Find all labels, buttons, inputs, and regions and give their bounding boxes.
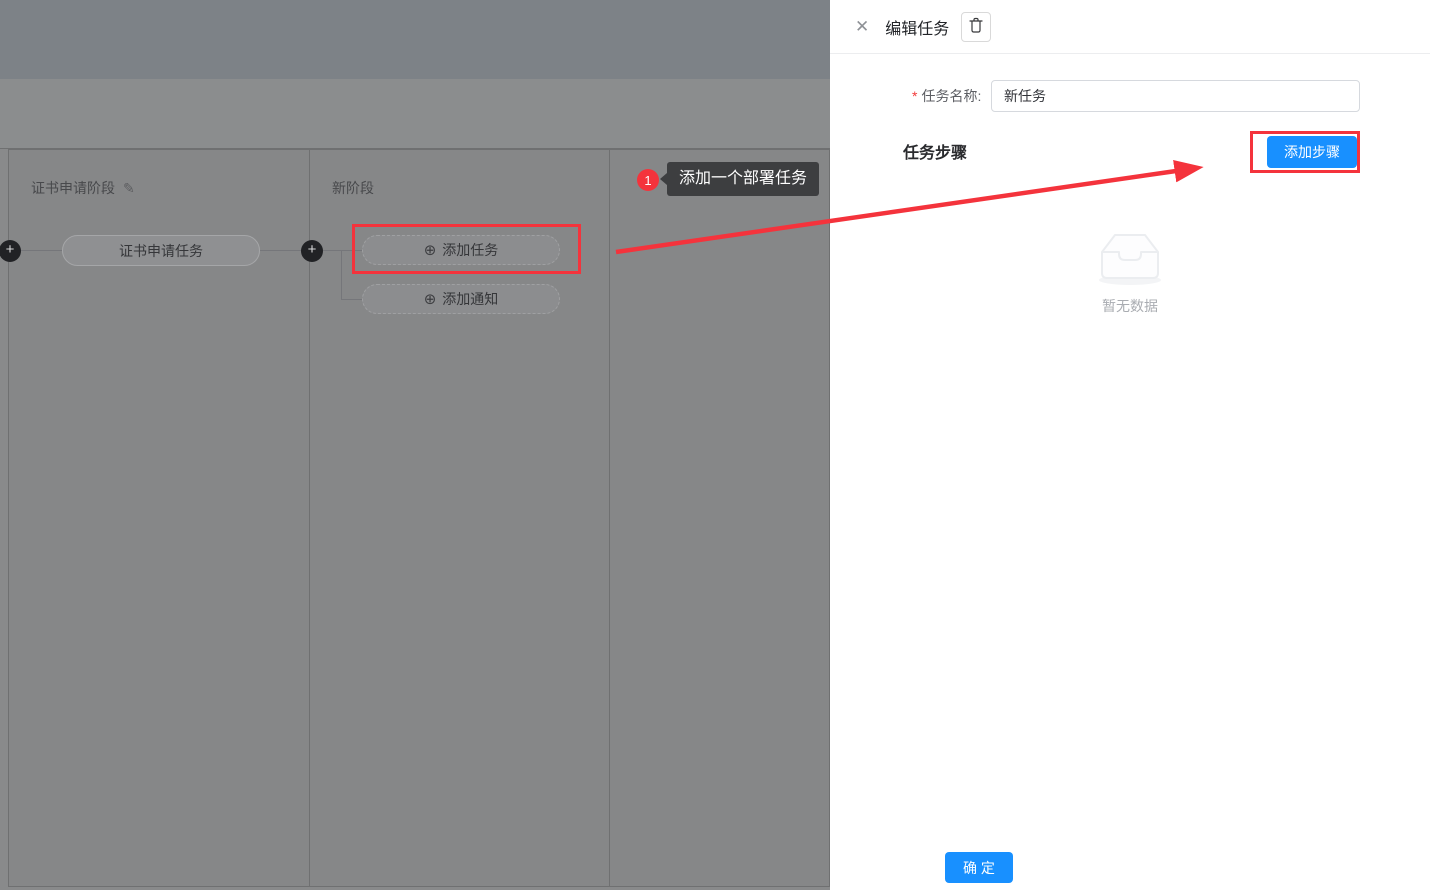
circle-plus-icon: ⊕	[424, 243, 437, 258]
add-notice-label: 添加通知	[442, 289, 498, 309]
drawer-title: 编辑任务	[885, 15, 949, 39]
task-name-input[interactable]	[991, 80, 1360, 112]
required-mark: *	[912, 88, 917, 104]
tour-step-badge: 1	[637, 169, 659, 191]
pipeline-canvas: 证书申请阶段 ✎ 新阶段 + 证书申请任务 + ⊕ 添加任务 ⊕ 添加通知	[0, 148, 830, 890]
trash-icon	[969, 17, 983, 36]
stage-header: 证书申请阶段 ✎	[31, 178, 135, 198]
stage-header: 新阶段	[332, 178, 374, 198]
empty-box-icon	[1088, 276, 1172, 293]
circle-plus-icon: ⊕	[424, 292, 437, 307]
delete-task-button[interactable]	[961, 12, 991, 42]
task-name-label: *任务名称:	[912, 80, 981, 112]
connector-line	[341, 251, 342, 299]
stage-name: 新阶段	[332, 178, 374, 198]
app-toolbar-dimmed	[0, 79, 830, 148]
add-task-label: 添加任务	[442, 240, 498, 260]
stage-column-empty	[609, 149, 830, 887]
task-steps-heading: 任务步骤	[903, 139, 967, 163]
drawer-header: ✕ 编辑任务	[830, 0, 1430, 54]
task-node-cert-apply[interactable]: 证书申请任务	[62, 235, 260, 266]
tour-tooltip: 添加一个部署任务	[667, 162, 819, 196]
empty-text: 暂无数据	[830, 296, 1430, 316]
add-stage-between-button[interactable]: +	[301, 240, 323, 262]
pipeline-editor-dimmed: 证书申请阶段 ✎ 新阶段 + 证书申请任务 + ⊕ 添加任务 ⊕ 添加通知	[0, 0, 830, 890]
add-step-button[interactable]: 添加步骤	[1267, 136, 1357, 168]
confirm-button[interactable]: 确 定	[945, 852, 1013, 883]
add-notice-button[interactable]: ⊕ 添加通知	[362, 284, 560, 314]
connector-line	[341, 299, 362, 300]
app-header-dimmed	[0, 0, 830, 79]
empty-state: 暂无数据	[830, 223, 1430, 316]
connector-line	[323, 250, 362, 251]
stage-name: 证书申请阶段	[31, 178, 115, 198]
add-task-button[interactable]: ⊕ 添加任务	[362, 235, 560, 265]
connector-line	[21, 250, 62, 251]
close-icon[interactable]: ✕	[855, 18, 869, 35]
add-stage-before-button[interactable]: +	[0, 240, 21, 262]
edit-stage-icon[interactable]: ✎	[123, 180, 135, 197]
edit-task-drawer: ✕ 编辑任务 *任务名称: 任务步骤 添加步骤 暂无数据 确 定	[830, 0, 1430, 890]
connector-line	[260, 250, 301, 251]
